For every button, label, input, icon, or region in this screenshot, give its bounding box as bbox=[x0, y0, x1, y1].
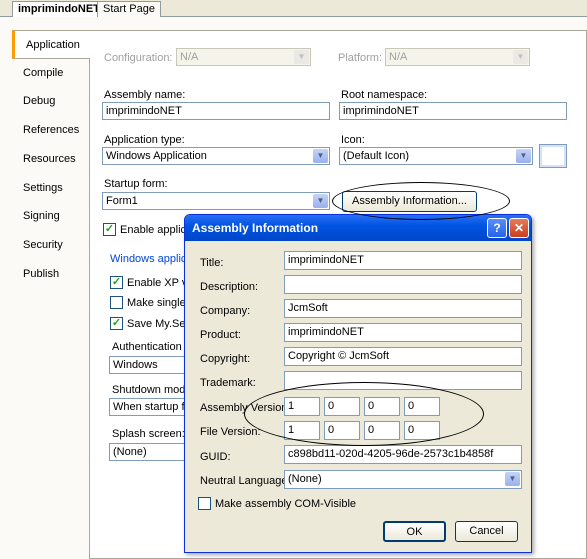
com-visible-label: Make assembly COM-Visible bbox=[215, 498, 357, 510]
shutdown-mode-label: Shutdown mode: bbox=[112, 384, 195, 396]
dialog-title-input[interactable]: imprimindoNET bbox=[284, 251, 522, 270]
document-tab-strip: imprimindoNET Start Page bbox=[0, 0, 587, 18]
dialog-title-bar: Assembly Information ? ✕ bbox=[185, 215, 531, 241]
checkmark-icon: ✓ bbox=[111, 276, 122, 288]
make-single-instance-checkbox[interactable] bbox=[110, 296, 123, 309]
close-icon[interactable]: ✕ bbox=[509, 218, 529, 238]
help-icon[interactable]: ? bbox=[487, 218, 507, 238]
file-version-build-input[interactable]: 0 bbox=[364, 421, 400, 440]
dialog-body: Title: imprimindoNET Description: Compan… bbox=[185, 241, 531, 552]
splash-screen-label: Splash screen: bbox=[112, 428, 185, 440]
chevron-down-icon: ▼ bbox=[313, 194, 328, 208]
icon-label: Icon: bbox=[341, 134, 365, 146]
com-visible-checkbox[interactable] bbox=[198, 497, 211, 510]
side-tab-resources[interactable]: Resources bbox=[12, 145, 90, 174]
assembly-version-minor-input[interactable]: 0 bbox=[324, 397, 360, 416]
side-tab-settings[interactable]: Settings bbox=[12, 174, 90, 203]
configuration-value: N/A bbox=[180, 51, 199, 63]
startup-form-value: Form1 bbox=[106, 195, 138, 207]
save-my-settings-label: Save My.Sett bbox=[127, 318, 192, 330]
neutral-language-label: Neutral Language: bbox=[200, 475, 291, 487]
file-version-minor-input[interactable]: 0 bbox=[324, 421, 360, 440]
icon-preview-image bbox=[539, 144, 567, 168]
root-namespace-label: Root namespace: bbox=[341, 89, 428, 101]
side-tab-publish[interactable]: Publish bbox=[12, 260, 90, 289]
side-tab-references[interactable]: References bbox=[12, 116, 90, 145]
startup-form-label: Startup form: bbox=[104, 178, 168, 190]
assembly-version-label: Assembly Version: bbox=[200, 402, 291, 414]
neutral-language-combo[interactable]: (None) ▼ bbox=[284, 470, 522, 489]
neutral-language-value: (None) bbox=[288, 473, 322, 485]
copyright-input[interactable]: Copyright © JcmSoft bbox=[284, 347, 522, 366]
side-tab-compile[interactable]: Compile bbox=[12, 59, 90, 88]
trademark-input[interactable] bbox=[284, 371, 522, 390]
designer-side-tabs: Application Compile Debug References Res… bbox=[12, 30, 90, 300]
description-input[interactable] bbox=[284, 275, 522, 294]
enable-application-framework-checkbox[interactable]: ✓ bbox=[103, 223, 116, 236]
assembly-name-input[interactable]: imprimindoNET bbox=[102, 102, 330, 120]
side-tab-security[interactable]: Security bbox=[12, 231, 90, 260]
platform-combo[interactable]: N/A ▼ bbox=[385, 48, 530, 66]
platform-label: Platform: bbox=[338, 52, 383, 64]
dialog-title: Assembly Information bbox=[192, 221, 319, 235]
checkmark-icon: ✓ bbox=[111, 317, 122, 329]
assembly-name-label: Assembly name: bbox=[104, 89, 186, 101]
file-version-label: File Version: bbox=[200, 426, 261, 438]
shutdown-mode-value: When startup fo bbox=[113, 401, 191, 413]
application-type-label: Application type: bbox=[104, 134, 185, 146]
assembly-version-build-input[interactable]: 0 bbox=[364, 397, 400, 416]
product-input[interactable]: imprimindoNET bbox=[284, 323, 522, 342]
application-type-value: Windows Application bbox=[106, 150, 207, 162]
assembly-version-revision-input[interactable]: 0 bbox=[404, 397, 440, 416]
assembly-version-major-input[interactable]: 1 bbox=[284, 397, 320, 416]
application-type-combo[interactable]: Windows Application ▼ bbox=[102, 147, 330, 165]
side-tab-application[interactable]: Application bbox=[12, 30, 90, 59]
authentication-mode-label: Authentication m bbox=[112, 341, 194, 353]
enable-xp-styles-checkbox[interactable]: ✓ bbox=[110, 276, 123, 289]
save-my-settings-checkbox[interactable]: ✓ bbox=[110, 317, 123, 330]
configuration-combo[interactable]: N/A ▼ bbox=[176, 48, 311, 66]
file-version-revision-input[interactable]: 0 bbox=[404, 421, 440, 440]
file-version-major-input[interactable]: 1 bbox=[284, 421, 320, 440]
chevron-down-icon: ▼ bbox=[294, 50, 309, 64]
chevron-down-icon: ▼ bbox=[313, 149, 328, 163]
company-input[interactable]: JcmSoft bbox=[284, 299, 522, 318]
chevron-down-icon: ▼ bbox=[516, 149, 531, 163]
splash-screen-value: (None) bbox=[113, 446, 147, 458]
description-label: Description: bbox=[200, 281, 259, 293]
assembly-information-button[interactable]: Assembly Information... bbox=[342, 191, 477, 212]
startup-form-combo[interactable]: Form1 ▼ bbox=[102, 192, 330, 210]
assembly-information-dialog: Assembly Information ? ✕ Title: imprimin… bbox=[184, 214, 532, 553]
cancel-button[interactable]: Cancel bbox=[455, 521, 518, 542]
root-namespace-input[interactable]: imprimindoNET bbox=[339, 102, 567, 120]
side-tab-signing[interactable]: Signing bbox=[12, 202, 90, 231]
platform-value: N/A bbox=[389, 51, 408, 63]
product-label: Product: bbox=[200, 329, 241, 341]
copyright-label: Copyright: bbox=[200, 353, 251, 365]
chevron-down-icon: ▼ bbox=[513, 50, 528, 64]
doc-tab-start-page[interactable]: Start Page bbox=[97, 1, 161, 17]
trademark-label: Trademark: bbox=[200, 377, 256, 389]
checkmark-icon: ✓ bbox=[104, 223, 115, 235]
icon-value: (Default Icon) bbox=[343, 150, 410, 162]
windows-application-framework-link[interactable]: Windows applicat bbox=[110, 253, 196, 265]
company-label: Company: bbox=[200, 305, 251, 317]
dialog-title-label: Title: bbox=[200, 257, 224, 269]
authentication-mode-value: Windows bbox=[113, 359, 158, 371]
ok-button[interactable]: OK bbox=[383, 521, 446, 542]
side-tab-debug[interactable]: Debug bbox=[12, 87, 90, 116]
guid-label: GUID: bbox=[200, 451, 231, 463]
icon-combo[interactable]: (Default Icon) ▼ bbox=[339, 147, 533, 165]
configuration-label: Configuration: bbox=[104, 52, 173, 64]
guid-input[interactable]: c898bd11-020d-4205-96de-2573c1b4858f bbox=[284, 445, 522, 464]
chevron-down-icon: ▼ bbox=[505, 472, 520, 486]
doc-tab-imprimindonet[interactable]: imprimindoNET bbox=[12, 1, 106, 18]
